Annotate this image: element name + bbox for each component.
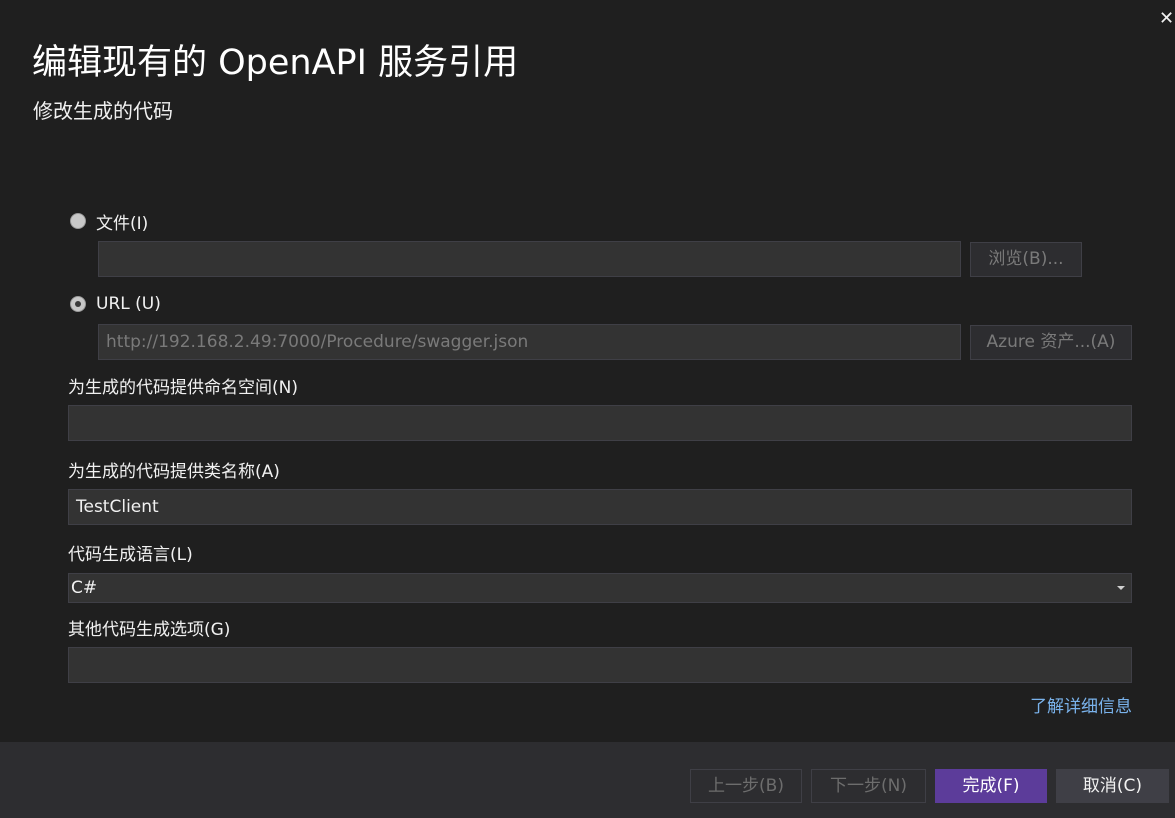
chevron-down-icon [1117,586,1125,590]
next-button[interactable]: 下一步(N) [811,769,926,803]
file-path-input[interactable] [98,241,961,277]
dialog-subtitle: 修改生成的代码 [33,99,173,123]
cancel-button[interactable]: 取消(C) [1056,769,1169,803]
url-option[interactable]: URL (U) [70,292,161,316]
url-radio[interactable] [70,296,86,312]
language-label: 代码生成语言(L) [68,545,193,565]
classname-input[interactable]: TestClient [68,489,1132,525]
close-icon: ✕ [1159,8,1175,29]
finish-button[interactable]: 完成(F) [935,769,1047,803]
namespace-input[interactable] [68,405,1132,441]
language-select[interactable]: C# [68,573,1132,603]
file-option[interactable]: 文件(I) [70,209,149,234]
file-radio[interactable] [70,213,86,229]
file-option-label: 文件(I) [96,213,149,234]
url-input[interactable]: http://192.168.2.49:7000/Procedure/swagg… [98,324,961,360]
options-input[interactable] [68,647,1132,683]
dialog-title: 编辑现有的 OpenAPI 服务引用 [32,43,519,83]
options-label: 其他代码生成选项(G) [68,620,231,640]
close-button[interactable]: ✕ [1159,8,1175,30]
learn-more-link[interactable]: 了解详细信息 [1030,695,1132,719]
language-value: C# [71,578,98,598]
dialog: ✕ 编辑现有的 OpenAPI 服务引用 修改生成的代码 文件(I) 浏览(B)… [0,0,1175,818]
previous-button[interactable]: 上一步(B) [690,769,802,803]
classname-label: 为生成的代码提供类名称(A) [68,462,280,482]
browse-button[interactable]: 浏览(B)... [970,242,1082,277]
url-option-label: URL (U) [96,294,161,314]
azure-assets-button[interactable]: Azure 资产...(A) [970,325,1132,360]
namespace-label: 为生成的代码提供命名空间(N) [68,378,298,398]
